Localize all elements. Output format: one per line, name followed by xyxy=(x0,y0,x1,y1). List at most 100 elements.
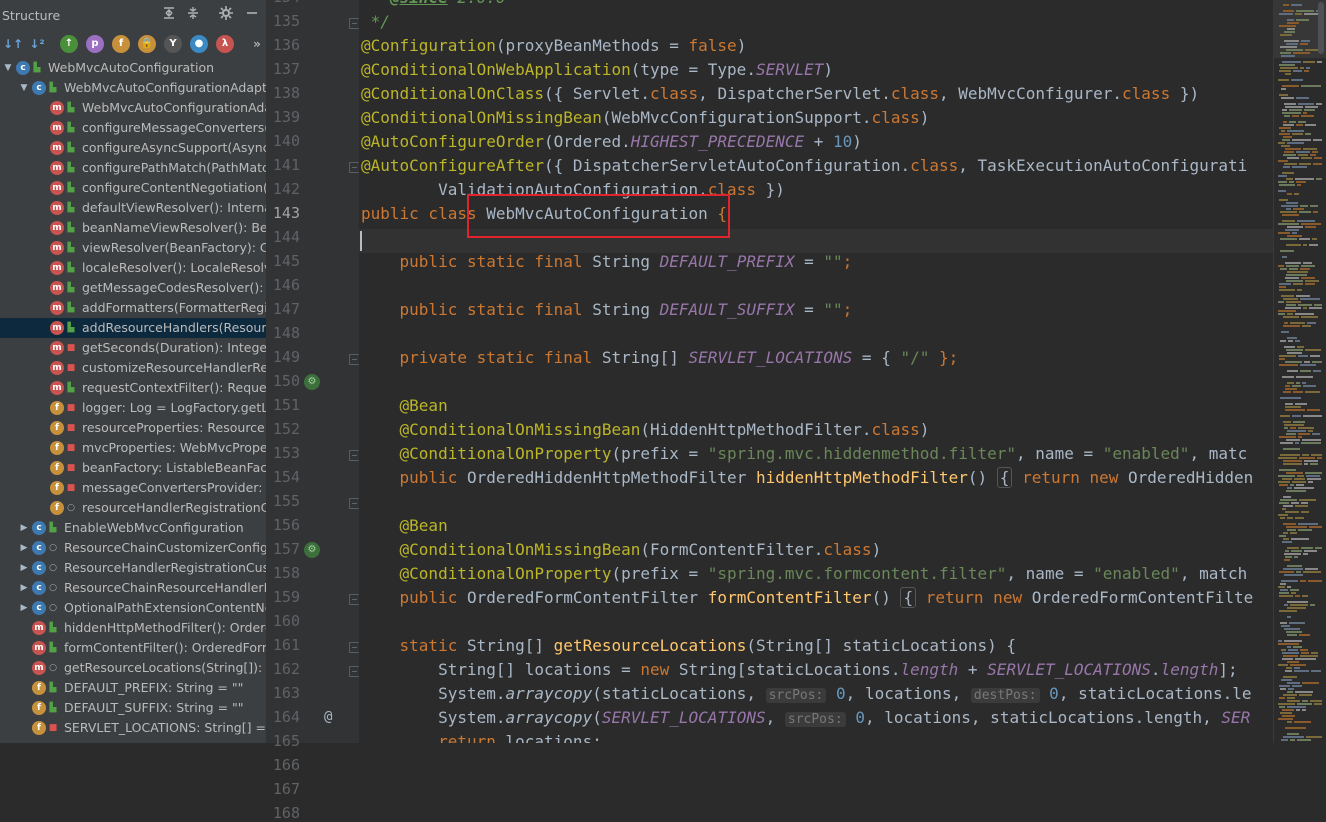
collapse-arrow-icon[interactable]: ▶ xyxy=(18,561,30,575)
tree-method-node[interactable]: m ▙ beanNameViewResolver(): Bean xyxy=(0,218,266,238)
minimap-line xyxy=(1281,55,1295,57)
tree-field-node[interactable]: f ■ SERVLET_LOCATIONS: String[] = {" xyxy=(0,718,266,738)
vertical-scrollbar[interactable] xyxy=(1318,0,1325,743)
minimap-line xyxy=(1279,436,1296,438)
tree-node-label: OptionalPathExtensionContentNeg xyxy=(64,600,267,615)
tree-method-node[interactable]: m ▙ hiddenHttpMethodFilter(): Ordere xyxy=(0,618,266,638)
tree-method-node[interactable]: m ▙ addResourceHandlers(Resourc xyxy=(0,318,266,338)
line-number: 166 xyxy=(272,756,300,774)
tree-class-node[interactable]: ▼ c ▙ WebMvcAutoConfigurationAdapte xyxy=(0,78,266,98)
tree-method-node[interactable]: m ▙ configurePathMatch(PathMatch xyxy=(0,158,266,178)
code-token: public xyxy=(399,468,467,487)
minimap-line xyxy=(1281,739,1288,741)
minimap-line xyxy=(1295,517,1304,519)
minimap-line xyxy=(1287,352,1302,354)
tree-class-node[interactable]: ▶ c ▙ EnableWebMvcConfiguration xyxy=(0,518,266,538)
tree-field-node[interactable]: f ▙ DEFAULT_PREFIX: String = "" xyxy=(0,678,266,698)
tree-method-node[interactable]: m ▙ WebMvcAutoConfigurationAda xyxy=(0,98,266,118)
tree-class-node[interactable]: ▼ c ▙ WebMvcAutoConfiguration xyxy=(0,58,266,78)
minimap-line xyxy=(1287,337,1297,339)
tree-method-node[interactable]: m ▙ configureAsyncSupport(AsyncS xyxy=(0,138,266,158)
collapse-all-icon[interactable] xyxy=(184,6,202,24)
show-non-public-icon[interactable]: 🔒 xyxy=(138,35,156,53)
code-token: @ConditionalOnProperty xyxy=(399,444,612,463)
show-properties-icon[interactable]: p xyxy=(86,35,104,53)
code-editor[interactable]: * @since 2.0.0 */ @Configuration(proxyBea… xyxy=(359,0,1273,743)
sort-alphabetically-icon[interactable]: ↓² xyxy=(28,35,46,53)
tree-field-node[interactable]: f ■ beanFactory: ListableBeanFacto xyxy=(0,458,266,478)
minimap-line xyxy=(1290,484,1294,486)
minimap-line xyxy=(1291,538,1309,540)
tree-method-node[interactable]: m ■ getSeconds(Duration): Integer xyxy=(0,338,266,358)
line-number: 153 xyxy=(272,444,300,462)
minimap-line xyxy=(1280,397,1301,399)
tree-class-node[interactable]: ▶ c ○ ResourceChainCustomizerConfigu xyxy=(0,538,266,558)
line-number: 144 xyxy=(272,228,300,246)
show-fields-icon[interactable]: f xyxy=(112,35,130,53)
minimap-line xyxy=(1282,376,1294,378)
tree-class-node[interactable]: ▶ c ○ OptionalPathExtensionContentNeg xyxy=(0,598,266,618)
show-anonymous-icon[interactable]: Y xyxy=(164,35,182,53)
tree-method-node[interactable]: m ▙ requestContextFilter(): Request xyxy=(0,378,266,398)
tree-method-node[interactable]: m ▙ getMessageCodesResolver(): M xyxy=(0,278,266,298)
scrollbar-thumb[interactable] xyxy=(1318,2,1324,54)
minimap-line xyxy=(1287,130,1304,132)
tree-field-node[interactable]: f ○ resourceHandlerRegistrationCu xyxy=(0,498,266,518)
minimap-line xyxy=(1278,175,1287,177)
method-icon: m xyxy=(50,361,64,375)
tree-method-node[interactable]: m ▙ defaultViewResolver(): InternalF xyxy=(0,198,266,218)
code-token: , TaskExecutionAutoConfigurati xyxy=(958,156,1248,175)
tree-field-node[interactable]: f ▙ DEFAULT_SUFFIX: String = "" xyxy=(0,698,266,718)
tree-field-node[interactable]: f ■ messageConvertersProvider: O xyxy=(0,478,266,498)
tree-method-node[interactable]: m ▙ viewResolver(BeanFactory): Cor xyxy=(0,238,266,258)
collapse-arrow-icon[interactable]: ▶ xyxy=(18,601,30,615)
tree-method-node[interactable]: m ▙ formContentFilter(): OrderedForm xyxy=(0,638,266,658)
minimap-line xyxy=(1280,499,1297,501)
tree-field-node[interactable]: f ■ logger: Log = LogFactory.getLo xyxy=(0,398,266,418)
collapse-arrow-icon[interactable]: ▶ xyxy=(18,581,30,595)
expand-all-icon[interactable] xyxy=(160,6,178,24)
line-number: 140 xyxy=(272,132,300,150)
structure-title: Structure xyxy=(2,8,61,23)
gear-icon[interactable] xyxy=(217,6,235,24)
tree-method-node[interactable]: m ○ getResourceLocations(String[]): Str xyxy=(0,658,266,678)
minimap-line xyxy=(1287,226,1303,228)
minimap-line xyxy=(1290,532,1297,534)
tree-method-node[interactable]: m ▙ localeResolver(): LocaleResolve xyxy=(0,258,266,278)
code-token: @since xyxy=(390,0,448,7)
implements-marker-icon[interactable]: @ xyxy=(324,709,332,725)
minimap-line xyxy=(1280,589,1288,591)
tree-method-node[interactable]: m ▙ configureContentNegotiation(C xyxy=(0,178,266,198)
show-lambdas-icon[interactable]: ● xyxy=(190,35,208,53)
tree-class-node[interactable]: ▶ c ○ ResourceChainResourceHandlerRe xyxy=(0,578,266,598)
code-token: System. xyxy=(361,708,506,727)
minimap-line xyxy=(1293,283,1303,285)
show-inherited-icon[interactable]: ↑ xyxy=(60,35,78,53)
minimap-line xyxy=(1296,571,1301,573)
code-token: "/" xyxy=(900,348,930,367)
tree-method-node[interactable]: m ▙ addFormatters(FormatterRegist xyxy=(0,298,266,318)
tree-class-node[interactable]: ▶ c ○ ResourceHandlerRegistrationCusto xyxy=(0,558,266,578)
collapse-arrow-icon[interactable]: ▶ xyxy=(18,521,30,535)
code-token: public static final xyxy=(399,252,593,271)
line-number: 158 xyxy=(272,564,300,582)
collapse-arrow-icon[interactable]: ▶ xyxy=(18,541,30,555)
minimap-line xyxy=(1278,586,1285,588)
minimap-line xyxy=(1304,550,1317,552)
more-icon[interactable]: » xyxy=(248,35,266,53)
spring-bean-icon[interactable]: ⚙ xyxy=(304,542,320,558)
tree-field-node[interactable]: f ■ resourceProperties: ResourceP xyxy=(0,418,266,438)
tree-field-node[interactable]: f ■ mvcProperties: WebMvcProper xyxy=(0,438,266,458)
tree-method-node[interactable]: m ▙ configureMessageConverters(L xyxy=(0,118,266,138)
minimap-line xyxy=(1291,502,1299,504)
minimize-icon[interactable] xyxy=(243,6,261,24)
spring-bean-icon[interactable]: ⚙ xyxy=(304,374,320,390)
line-number: 148 xyxy=(272,324,300,342)
expand-arrow-icon[interactable]: ▼ xyxy=(2,61,14,75)
lambda-icon[interactable]: λ xyxy=(216,35,234,53)
minimap-line xyxy=(1301,265,1315,267)
tree-method-node[interactable]: m ■ customizeResourceHandlerReg xyxy=(0,358,266,378)
sort-by-visibility-icon[interactable]: ↓↑ xyxy=(3,35,23,53)
expand-arrow-icon[interactable]: ▼ xyxy=(18,81,30,95)
